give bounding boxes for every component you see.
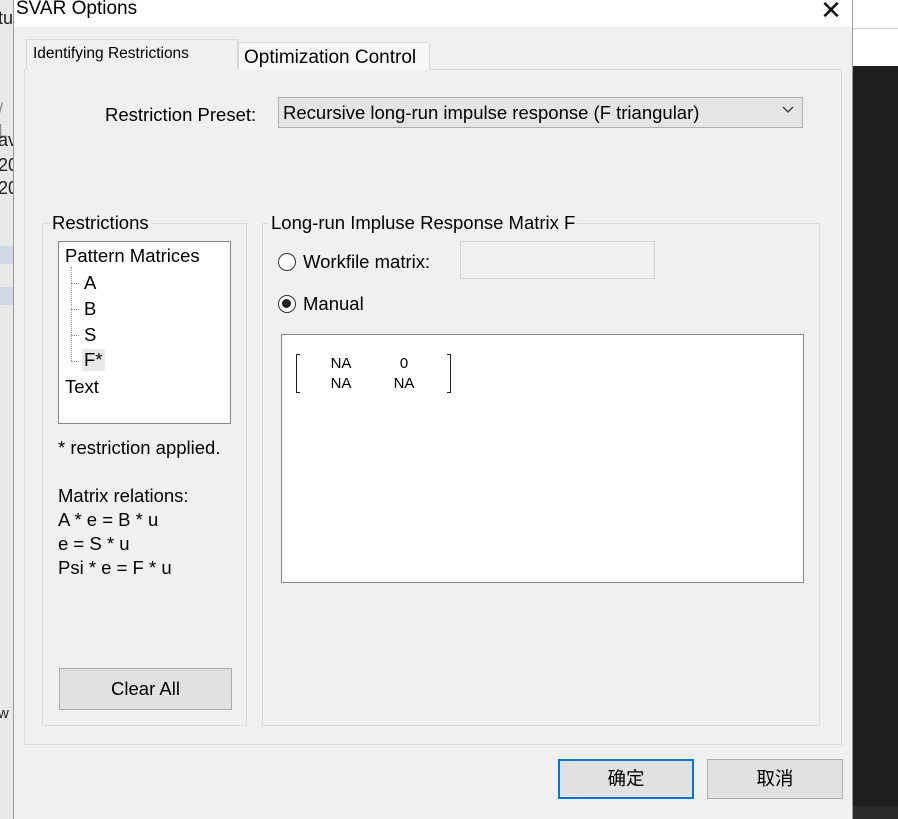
ok-button[interactable]: 确定: [558, 759, 694, 799]
title-bar: SVAR Options ✕: [14, 0, 852, 27]
workfile-matrix-radio[interactable]: [278, 253, 296, 271]
manual-label: Manual: [303, 293, 364, 314]
chevron-down-icon: [782, 102, 794, 118]
matrix-right-bracket: [447, 354, 451, 393]
pattern-matrices-tree[interactable]: Pattern Matrices A B S F* Text: [58, 241, 231, 424]
background-divider: [853, 28, 898, 29]
tab-identifying-restrictions[interactable]: Identifying Restrictions: [26, 39, 238, 70]
matrix-relation: Psi * e = F * u: [58, 557, 172, 578]
restriction-preset-label: Restriction Preset:: [105, 104, 257, 125]
restriction-preset-value: Recursive long-run impulse response (F t…: [283, 102, 700, 123]
manual-matrix-editor[interactable]: NA 0 NA NA: [281, 334, 804, 583]
background-text: tu: [0, 8, 14, 28]
tree-node-s[interactable]: S: [84, 324, 96, 346]
matrix-relation: e = S * u: [58, 533, 130, 554]
background-window: [853, 0, 898, 66]
tree-connector: [71, 267, 72, 361]
dialog-title: SVAR Options: [16, 0, 138, 19]
tree-node-b[interactable]: B: [84, 298, 96, 320]
cancel-button[interactable]: 取消: [707, 759, 843, 799]
matrix-cell[interactable]: 0: [384, 355, 424, 372]
tree-connector: [71, 309, 79, 310]
restrictions-group-title: Restrictions: [50, 212, 151, 234]
tab-label: Identifying Restrictions: [33, 45, 189, 62]
long-run-matrix-group-title: Long-run Impluse Response Matrix F: [269, 212, 578, 234]
background-app-strip: tu / L av 20 20 w: [0, 0, 18, 819]
clear-all-button[interactable]: Clear All: [59, 668, 232, 710]
tree-node-f[interactable]: F*: [82, 349, 105, 371]
tab-optimization-control[interactable]: Optimization Control: [238, 42, 430, 70]
workfile-matrix-input[interactable]: [460, 241, 655, 279]
background-row: [0, 287, 13, 305]
tab-label: Optimization Control: [244, 47, 417, 68]
background-row: [0, 246, 13, 264]
workfile-matrix-label: Workfile matrix:: [303, 251, 431, 272]
tree-connector: [71, 361, 79, 362]
svar-options-dialog: SVAR Options ✕ Identifying Restrictions …: [13, 0, 853, 819]
tree-node-pattern-matrices[interactable]: Pattern Matrices: [65, 245, 200, 267]
restriction-preset-dropdown[interactable]: Recursive long-run impulse response (F t…: [278, 97, 803, 128]
restriction-applied-note: * restriction applied.: [58, 437, 221, 458]
background-text: w: [0, 705, 9, 722]
tree-connector: [71, 283, 79, 284]
matrix-cell[interactable]: NA: [384, 375, 424, 392]
manual-radio[interactable]: [278, 295, 296, 313]
matrix-cell[interactable]: NA: [321, 375, 361, 392]
tree-node-text[interactable]: Text: [65, 376, 99, 398]
radio-selected-dot: [282, 299, 291, 308]
tree-connector: [71, 335, 79, 336]
background-dark-panel: [853, 66, 898, 806]
matrix-cell[interactable]: NA: [321, 355, 361, 372]
matrix-left-bracket: [296, 354, 300, 393]
tree-node-a[interactable]: A: [84, 272, 96, 294]
matrix-relation: A * e = B * u: [58, 509, 159, 530]
close-icon[interactable]: ✕: [816, 0, 846, 24]
matrix-relations-title: Matrix relations:: [58, 485, 189, 506]
